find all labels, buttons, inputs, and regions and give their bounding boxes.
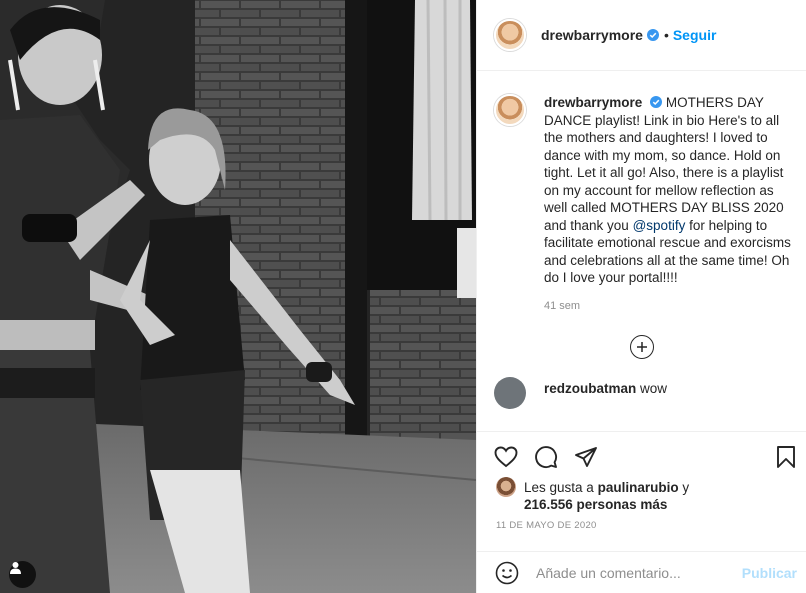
comment-item: redzoubatman wow: [477, 359, 806, 409]
post-photo[interactable]: [0, 0, 476, 593]
post-image: [0, 0, 476, 593]
comment-bubble-icon: [535, 446, 558, 469]
smiley-icon: [495, 561, 519, 584]
caption-username[interactable]: drewbarrymore: [544, 95, 642, 110]
publish-button[interactable]: Publicar: [742, 565, 797, 581]
save-button[interactable]: [773, 444, 799, 470]
post-date[interactable]: 11 DE MAYO DE 2020: [477, 513, 806, 531]
author-avatar[interactable]: [494, 19, 526, 51]
caption-text-part1: MOTHERS DAY DANCE playlist! Link in bio …: [544, 95, 784, 233]
likes-conjunction: y: [682, 480, 690, 495]
paper-plane-icon: [575, 447, 597, 467]
comment-username[interactable]: redzoubatman: [544, 381, 636, 396]
user-tags-button[interactable]: [9, 561, 36, 588]
likes-summary: Les gusta a paulinarubio y 216.556 perso…: [477, 477, 806, 513]
header-separator: •: [663, 27, 669, 43]
plus-circle-icon: [637, 341, 647, 352]
comment-avatar[interactable]: [494, 376, 526, 409]
like-button[interactable]: [493, 444, 519, 470]
caption-body: drewbarrymore MOTHERS DAY DANCE playlist…: [544, 94, 791, 312]
verified-badge-icon: [646, 29, 659, 41]
liker-avatar[interactable]: [496, 477, 516, 497]
comments-list[interactable]: drewbarrymore MOTHERS DAY DANCE playlist…: [477, 72, 806, 430]
caption: drewbarrymore MOTHERS DAY DANCE playlist…: [477, 72, 806, 312]
share-button[interactable]: [573, 444, 599, 470]
user-tag-icon: [10, 562, 21, 574]
post-details-panel: drewbarrymore • Seguir drewbarrymore MOT…: [476, 0, 806, 593]
comment-body: wow: [640, 381, 668, 396]
likes-prefix: Les gusta a: [524, 480, 594, 495]
load-more-comments-button[interactable]: [630, 334, 654, 359]
author-username[interactable]: drewbarrymore: [541, 27, 643, 43]
comment-text: redzoubatman wow: [544, 381, 667, 396]
follow-button[interactable]: Seguir: [673, 27, 717, 43]
add-comment-form: Publicar: [477, 551, 806, 593]
likes-text: Les gusta a paulinarubio y 216.556 perso…: [524, 479, 689, 513]
likes-count[interactable]: 216.556 personas más: [524, 497, 667, 512]
comment-button[interactable]: [533, 444, 559, 470]
emoji-button[interactable]: [494, 560, 520, 586]
caption-time-ago[interactable]: 41 sem: [544, 300, 791, 312]
caption-text: drewbarrymore MOTHERS DAY DANCE playlist…: [544, 94, 791, 287]
load-more-comments: [477, 334, 806, 359]
heart-icon: [494, 446, 518, 468]
comment-input[interactable]: [536, 564, 742, 581]
caption-mention-link[interactable]: @spotify: [633, 218, 686, 233]
post-header: drewbarrymore • Seguir: [477, 0, 806, 71]
caption-avatar[interactable]: [494, 94, 526, 126]
action-bar: [477, 432, 806, 482]
verified-badge-icon: [650, 96, 663, 108]
bookmark-icon: [777, 446, 795, 468]
post-actions-area: Les gusta a paulinarubio y 216.556 perso…: [477, 431, 806, 531]
liker-username[interactable]: paulinarubio: [598, 480, 679, 495]
